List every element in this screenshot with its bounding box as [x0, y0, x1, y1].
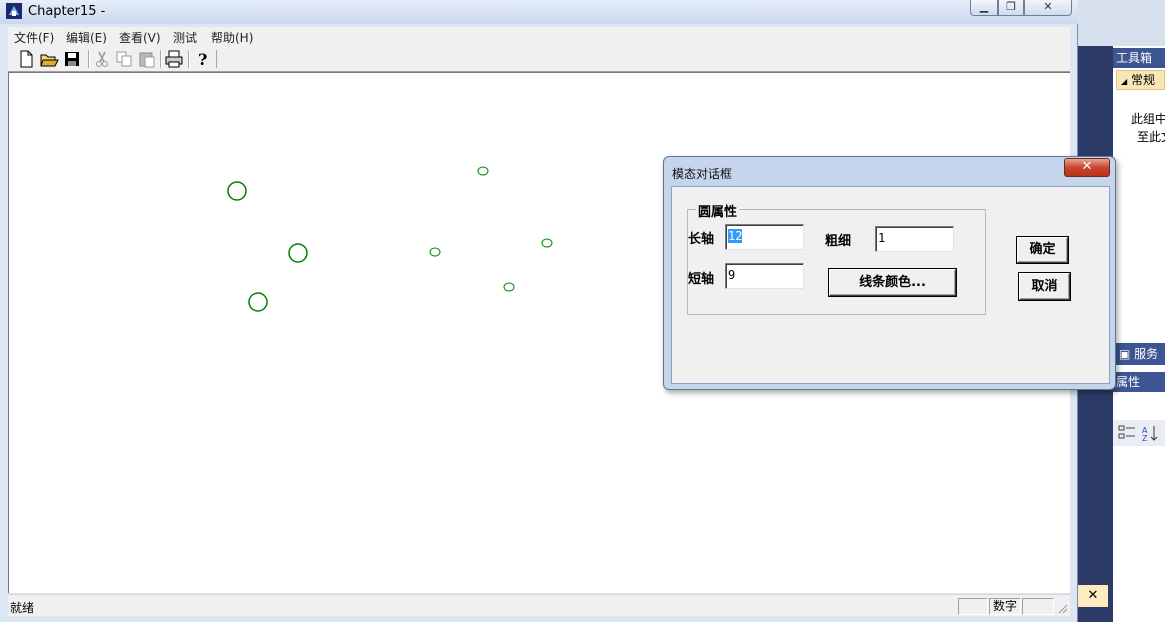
copy-icon[interactable] [114, 49, 134, 69]
ellipse-shape [503, 282, 515, 292]
minor-axis-label: 短轴 [688, 272, 715, 287]
circle-shape [248, 292, 268, 312]
menu-help[interactable]: 帮助(H) [211, 29, 253, 46]
major-axis-value: 12 [728, 229, 743, 243]
menu-bar: 文件(F) 编辑(E) 查看(V) 测试 帮助(H) [8, 27, 1070, 46]
status-pane-caps [958, 598, 988, 615]
ide-hint-line-1: 此组中 [1131, 112, 1165, 126]
svg-text:Z: Z [1142, 434, 1148, 442]
svg-text:?: ? [198, 50, 207, 69]
expand-triangle-icon: ◢ [1121, 77, 1128, 86]
toolbar-separator [160, 50, 162, 68]
print-icon[interactable] [164, 49, 184, 69]
sort-alphabetical-icon[interactable]: A Z [1141, 424, 1159, 442]
circle-shape [227, 181, 247, 201]
status-pane-scroll [1022, 598, 1054, 615]
maximize-button[interactable]: ❐ [998, 0, 1024, 16]
close-button[interactable]: ✕ [1024, 0, 1072, 16]
line-color-button[interactable]: 线条颜色... [829, 269, 956, 296]
toolbar: ? [8, 46, 1070, 72]
modal-dialog: 模态对话框 ✕ 圆属性 长轴 12 粗细 1 短轴 9 线条颜色... 确定 取… [663, 156, 1116, 390]
major-axis-label: 长轴 [688, 232, 715, 247]
dialog-title: 模态对话框 [672, 167, 733, 181]
menu-view[interactable]: 查看(V) [119, 29, 161, 46]
restore-icon: ❐ [1006, 0, 1016, 13]
menu-test[interactable]: 测试 [173, 29, 197, 46]
new-icon[interactable] [16, 49, 36, 69]
minimize-button[interactable]: ▁ [970, 0, 998, 16]
ide-group-label: 常规 [1130, 73, 1155, 87]
window-title: Chapter15 - [28, 4, 106, 19]
minimize-icon: ▁ [979, 0, 989, 13]
ide-server-label: 服务 [1134, 347, 1159, 361]
categorized-icon[interactable] [1118, 424, 1136, 442]
ide-toolbox-title[interactable]: 工具箱 [1113, 48, 1165, 68]
cut-icon[interactable] [92, 49, 112, 69]
minor-axis-input[interactable]: 9 [725, 263, 804, 289]
ellipse-shape [477, 166, 489, 176]
toolbar-separator [88, 50, 90, 68]
menu-edit[interactable]: 编辑(E) [66, 29, 107, 46]
status-text: 就绪 [10, 601, 35, 615]
ellipse-shape [541, 238, 553, 248]
ellipse-shape [429, 247, 441, 257]
ide-close-button[interactable]: ✕ [1078, 585, 1108, 607]
open-icon[interactable] [39, 49, 59, 69]
help-icon[interactable]: ? [193, 49, 213, 69]
ok-button[interactable]: 确定 [1017, 237, 1068, 263]
thickness-input[interactable]: 1 [875, 226, 954, 252]
background-ide-header [1078, 0, 1165, 46]
ide-properties-title[interactable]: 属性 [1113, 372, 1165, 392]
app-icon[interactable] [6, 3, 22, 19]
ide-toolbox-group-general[interactable]: ◢ 常规 [1116, 70, 1165, 90]
size-grip-icon[interactable] [1056, 602, 1068, 614]
close-icon: ✕ [1043, 0, 1053, 13]
status-pane-num: 数字 [989, 598, 1021, 615]
circle-shape [288, 243, 308, 263]
cancel-button[interactable]: 取消 [1019, 273, 1070, 300]
server-icon: ▣ [1119, 347, 1131, 361]
ide-server-explorer-tab[interactable]: ▣ 服务 [1113, 343, 1165, 365]
save-icon[interactable] [62, 49, 82, 69]
status-bar: 就绪 数字 [8, 594, 1070, 616]
thickness-label: 粗细 [825, 234, 852, 249]
dialog-close-button[interactable]: ✕ [1064, 158, 1110, 177]
title-bar[interactable]: Chapter15 - ▁ ❐ ✕ [0, 0, 1078, 24]
dialog-client-area: 圆属性 长轴 12 粗细 1 短轴 9 线条颜色... 确定 取消 [671, 186, 1110, 384]
paste-icon[interactable] [137, 49, 157, 69]
ide-hint-line-2: 至此文 [1137, 130, 1165, 144]
toolbar-separator [188, 50, 190, 68]
menu-file[interactable]: 文件(F) [14, 29, 54, 46]
ide-properties-toolbar: A Z [1113, 420, 1165, 446]
major-axis-input[interactable]: 12 [725, 224, 804, 250]
toolbar-end-separator [216, 50, 217, 68]
group-title: 圆属性 [696, 201, 740, 220]
